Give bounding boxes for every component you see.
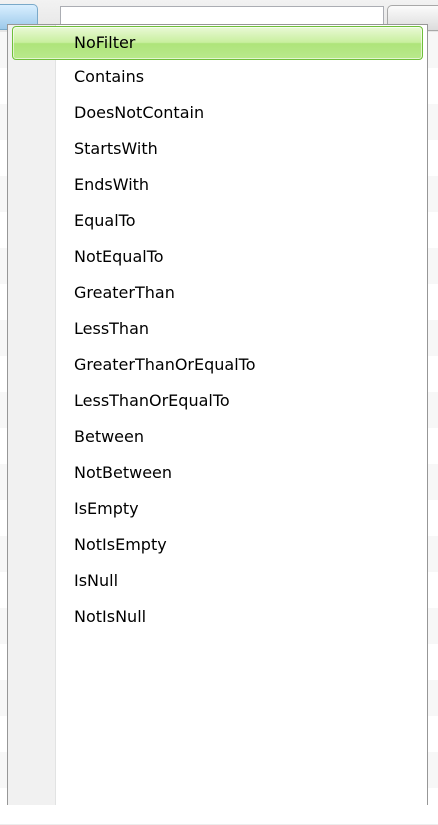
filter-operator-list: NoFilter Contains DoesNotContain StartsW… (8, 25, 427, 636)
option-not-is-empty[interactable]: NotIsEmpty (8, 528, 427, 564)
option-ends-with[interactable]: EndsWith (8, 168, 427, 204)
option-is-null[interactable]: IsNull (8, 564, 427, 600)
option-between[interactable]: Between (8, 420, 427, 456)
option-does-not-contain[interactable]: DoesNotContain (8, 96, 427, 132)
option-is-empty[interactable]: IsEmpty (8, 492, 427, 528)
option-greater-than-or-equal-to[interactable]: GreaterThanOrEqualTo (8, 348, 427, 384)
option-starts-with[interactable]: StartsWith (8, 132, 427, 168)
option-contains[interactable]: Contains (8, 60, 427, 96)
option-not-equal-to[interactable]: NotEqualTo (8, 240, 427, 276)
option-less-than-or-equal-to[interactable]: LessThanOrEqualTo (8, 384, 427, 420)
filter-operator-dropdown: NoFilter Contains DoesNotContain StartsW… (7, 24, 428, 805)
option-not-is-null[interactable]: NotIsNull (8, 600, 427, 636)
option-no-filter[interactable]: NoFilter (12, 26, 423, 60)
option-equal-to[interactable]: EqualTo (8, 204, 427, 240)
option-less-than[interactable]: LessThan (8, 312, 427, 348)
option-greater-than[interactable]: GreaterThan (8, 276, 427, 312)
option-not-between[interactable]: NotBetween (8, 456, 427, 492)
